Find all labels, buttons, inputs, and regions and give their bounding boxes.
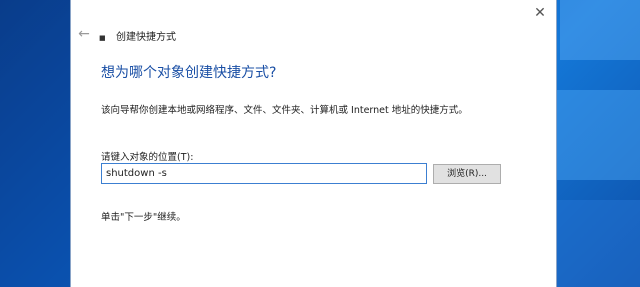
wallpaper-light-panel (560, 0, 640, 60)
wizard-description: 该向导帮你创建本地或网络程序、文件、文件夹、计算机或 Internet 地址的快… (101, 105, 468, 116)
create-shortcut-dialog: ✕ ← ■ 创建快捷方式 想为哪个对象创建快捷方式? 该向导帮你创建本地或网络程… (70, 0, 557, 287)
close-icon[interactable]: ✕ (530, 3, 550, 23)
wizard-title: 创建快捷方式 (116, 32, 176, 43)
back-arrow-icon[interactable]: ← (75, 25, 93, 43)
next-hint-text: 单击"下一步"继续。 (101, 212, 186, 223)
desktop-background: ✕ ← ■ 创建快捷方式 想为哪个对象创建快捷方式? 该向导帮你创建本地或网络程… (0, 0, 640, 287)
browse-button[interactable]: 浏览(R)... (433, 164, 501, 184)
wallpaper-light-panel (555, 90, 640, 180)
location-label: 请键入对象的位置(T): (101, 152, 194, 163)
shortcut-wizard-icon: ■ (99, 34, 106, 42)
location-input[interactable] (101, 163, 427, 184)
page-heading: 想为哪个对象创建快捷方式? (101, 65, 277, 81)
wallpaper-shadow-panel (0, 0, 70, 287)
wallpaper-light-panel (555, 200, 640, 287)
